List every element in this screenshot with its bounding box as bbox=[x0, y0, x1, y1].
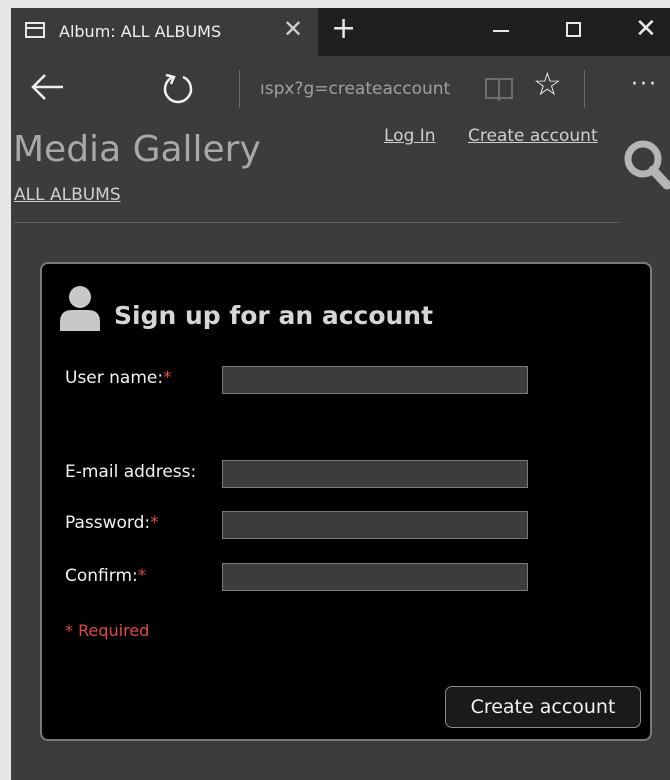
toolbar-separator bbox=[239, 70, 240, 108]
window-close-icon[interactable]: ✕ bbox=[635, 16, 657, 42]
username-field[interactable] bbox=[222, 366, 528, 394]
breadcrumb-all-albums[interactable]: ALL ALBUMS bbox=[14, 185, 121, 205]
login-link[interactable]: Log In bbox=[384, 126, 436, 146]
email-field[interactable] bbox=[222, 460, 528, 488]
more-options-icon[interactable]: ··· bbox=[631, 72, 658, 97]
required-marker: * bbox=[163, 368, 172, 388]
reading-view-icon[interactable] bbox=[483, 74, 515, 104]
tab-close-icon[interactable]: ✕ bbox=[283, 17, 303, 41]
user-icon bbox=[60, 286, 100, 331]
required-note: * Required bbox=[65, 621, 150, 640]
required-marker: * bbox=[137, 566, 147, 586]
header-divider bbox=[14, 222, 620, 223]
email-label: E-mail address: bbox=[65, 462, 197, 482]
browser-tab[interactable]: Album: ALL ALBUMS ✕ bbox=[11, 8, 318, 56]
signup-card: Sign up for an account User name:* E-mai… bbox=[40, 262, 652, 741]
create-account-link[interactable]: Create account bbox=[468, 126, 598, 146]
maximize-icon[interactable] bbox=[566, 22, 581, 37]
tab-bar: Album: ALL ALBUMS ✕ + ✕ bbox=[11, 8, 670, 56]
favorites-star-icon[interactable]: ☆ bbox=[533, 68, 562, 100]
required-marker: * bbox=[150, 513, 159, 533]
search-icon[interactable] bbox=[621, 135, 670, 193]
password-field[interactable] bbox=[222, 511, 528, 539]
new-tab-icon[interactable]: + bbox=[331, 14, 356, 44]
signup-title: Sign up for an account bbox=[114, 301, 434, 330]
create-account-button[interactable]: Create account bbox=[445, 686, 641, 728]
confirm-label: Confirm:* bbox=[65, 566, 147, 586]
tab-page-icon bbox=[25, 22, 45, 38]
tab-title: Album: ALL ALBUMS bbox=[59, 22, 222, 41]
navigation-bar: ıspx?g=createaccount ☆ ··· bbox=[11, 56, 670, 123]
minimize-icon[interactable] bbox=[493, 30, 509, 32]
site-title: Media Gallery bbox=[13, 129, 261, 170]
refresh-icon[interactable] bbox=[161, 71, 195, 105]
window-frame-top bbox=[0, 0, 670, 8]
toolbar-separator bbox=[584, 70, 585, 108]
page-content: Media Gallery Log In Create account ALL … bbox=[11, 123, 670, 780]
back-arrow-icon[interactable] bbox=[29, 72, 65, 102]
confirm-field[interactable] bbox=[222, 563, 528, 591]
password-label: Password:* bbox=[65, 513, 159, 533]
address-bar[interactable]: ıspx?g=createaccount bbox=[260, 79, 450, 99]
username-label: User name:* bbox=[65, 368, 172, 388]
window-frame-left bbox=[0, 0, 11, 780]
